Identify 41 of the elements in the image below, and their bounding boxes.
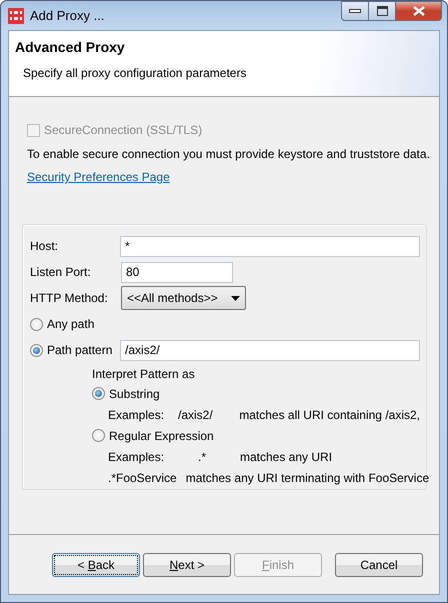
field-label: Host: <box>30 238 60 255</box>
example-pattern: /axis2/ <box>178 406 214 424</box>
field-label: HTTP Method: <box>30 290 109 307</box>
path-field[interactable]: /axis2/ <box>120 340 420 360</box>
wizard-button[interactable]: Next > <box>143 552 231 576</box>
checkbox-label: SecureConnection (SSL/TLS) <box>44 122 202 139</box>
app-icon <box>8 8 24 24</box>
radio-button[interactable] <box>30 344 43 356</box>
examples-label: Examples: <box>108 448 166 466</box>
preferences-link[interactable]: Security Preferences Page <box>27 168 170 186</box>
minimize-button[interactable] <box>341 1 369 21</box>
page-description: Specify all proxy configuration parameters <box>23 65 248 82</box>
port-field[interactable]: 80 <box>121 262 233 282</box>
radio-label: Regular Expression <box>109 428 214 444</box>
radio-label: Substring <box>109 386 160 402</box>
radio-label: Any path <box>47 316 94 333</box>
radio-label: Path pattern <box>47 342 112 359</box>
info-text: To enable secure connection you must provide keystore and truststore data. <box>27 146 431 163</box>
minimize-icon <box>349 9 361 13</box>
radio-button[interactable] <box>92 387 105 400</box>
example-description: matches any URI terminating with FooService <box>186 470 430 486</box>
example-pattern: .*FooService <box>108 470 177 486</box>
radio-button[interactable] <box>30 318 43 330</box>
page-title: Advanced Proxy <box>15 38 126 57</box>
wizard-button[interactable]: Cancel <box>335 552 423 576</box>
caret-icon <box>231 296 240 300</box>
examples-label: Examples: <box>108 406 166 424</box>
window-title: Add Proxy ... <box>30 6 104 25</box>
field-label: Listen Port: <box>30 264 92 281</box>
text-field[interactable]: * <box>120 236 420 256</box>
method-dropdown[interactable]: <<All methods>> <box>121 286 246 310</box>
maximize-button[interactable] <box>369 1 396 21</box>
example-pattern: .* <box>197 448 208 466</box>
section-label: Interpret Pattern as <box>92 366 196 383</box>
example-description: matches any URI <box>240 448 332 466</box>
wizard-button[interactable]: < Back <box>52 552 140 576</box>
close-button[interactable] <box>396 1 442 21</box>
close-icon <box>412 6 424 16</box>
example-description: matches all URI containing /axis2, <box>239 406 420 424</box>
maximize-icon <box>376 6 388 16</box>
radio-button[interactable] <box>92 429 105 442</box>
